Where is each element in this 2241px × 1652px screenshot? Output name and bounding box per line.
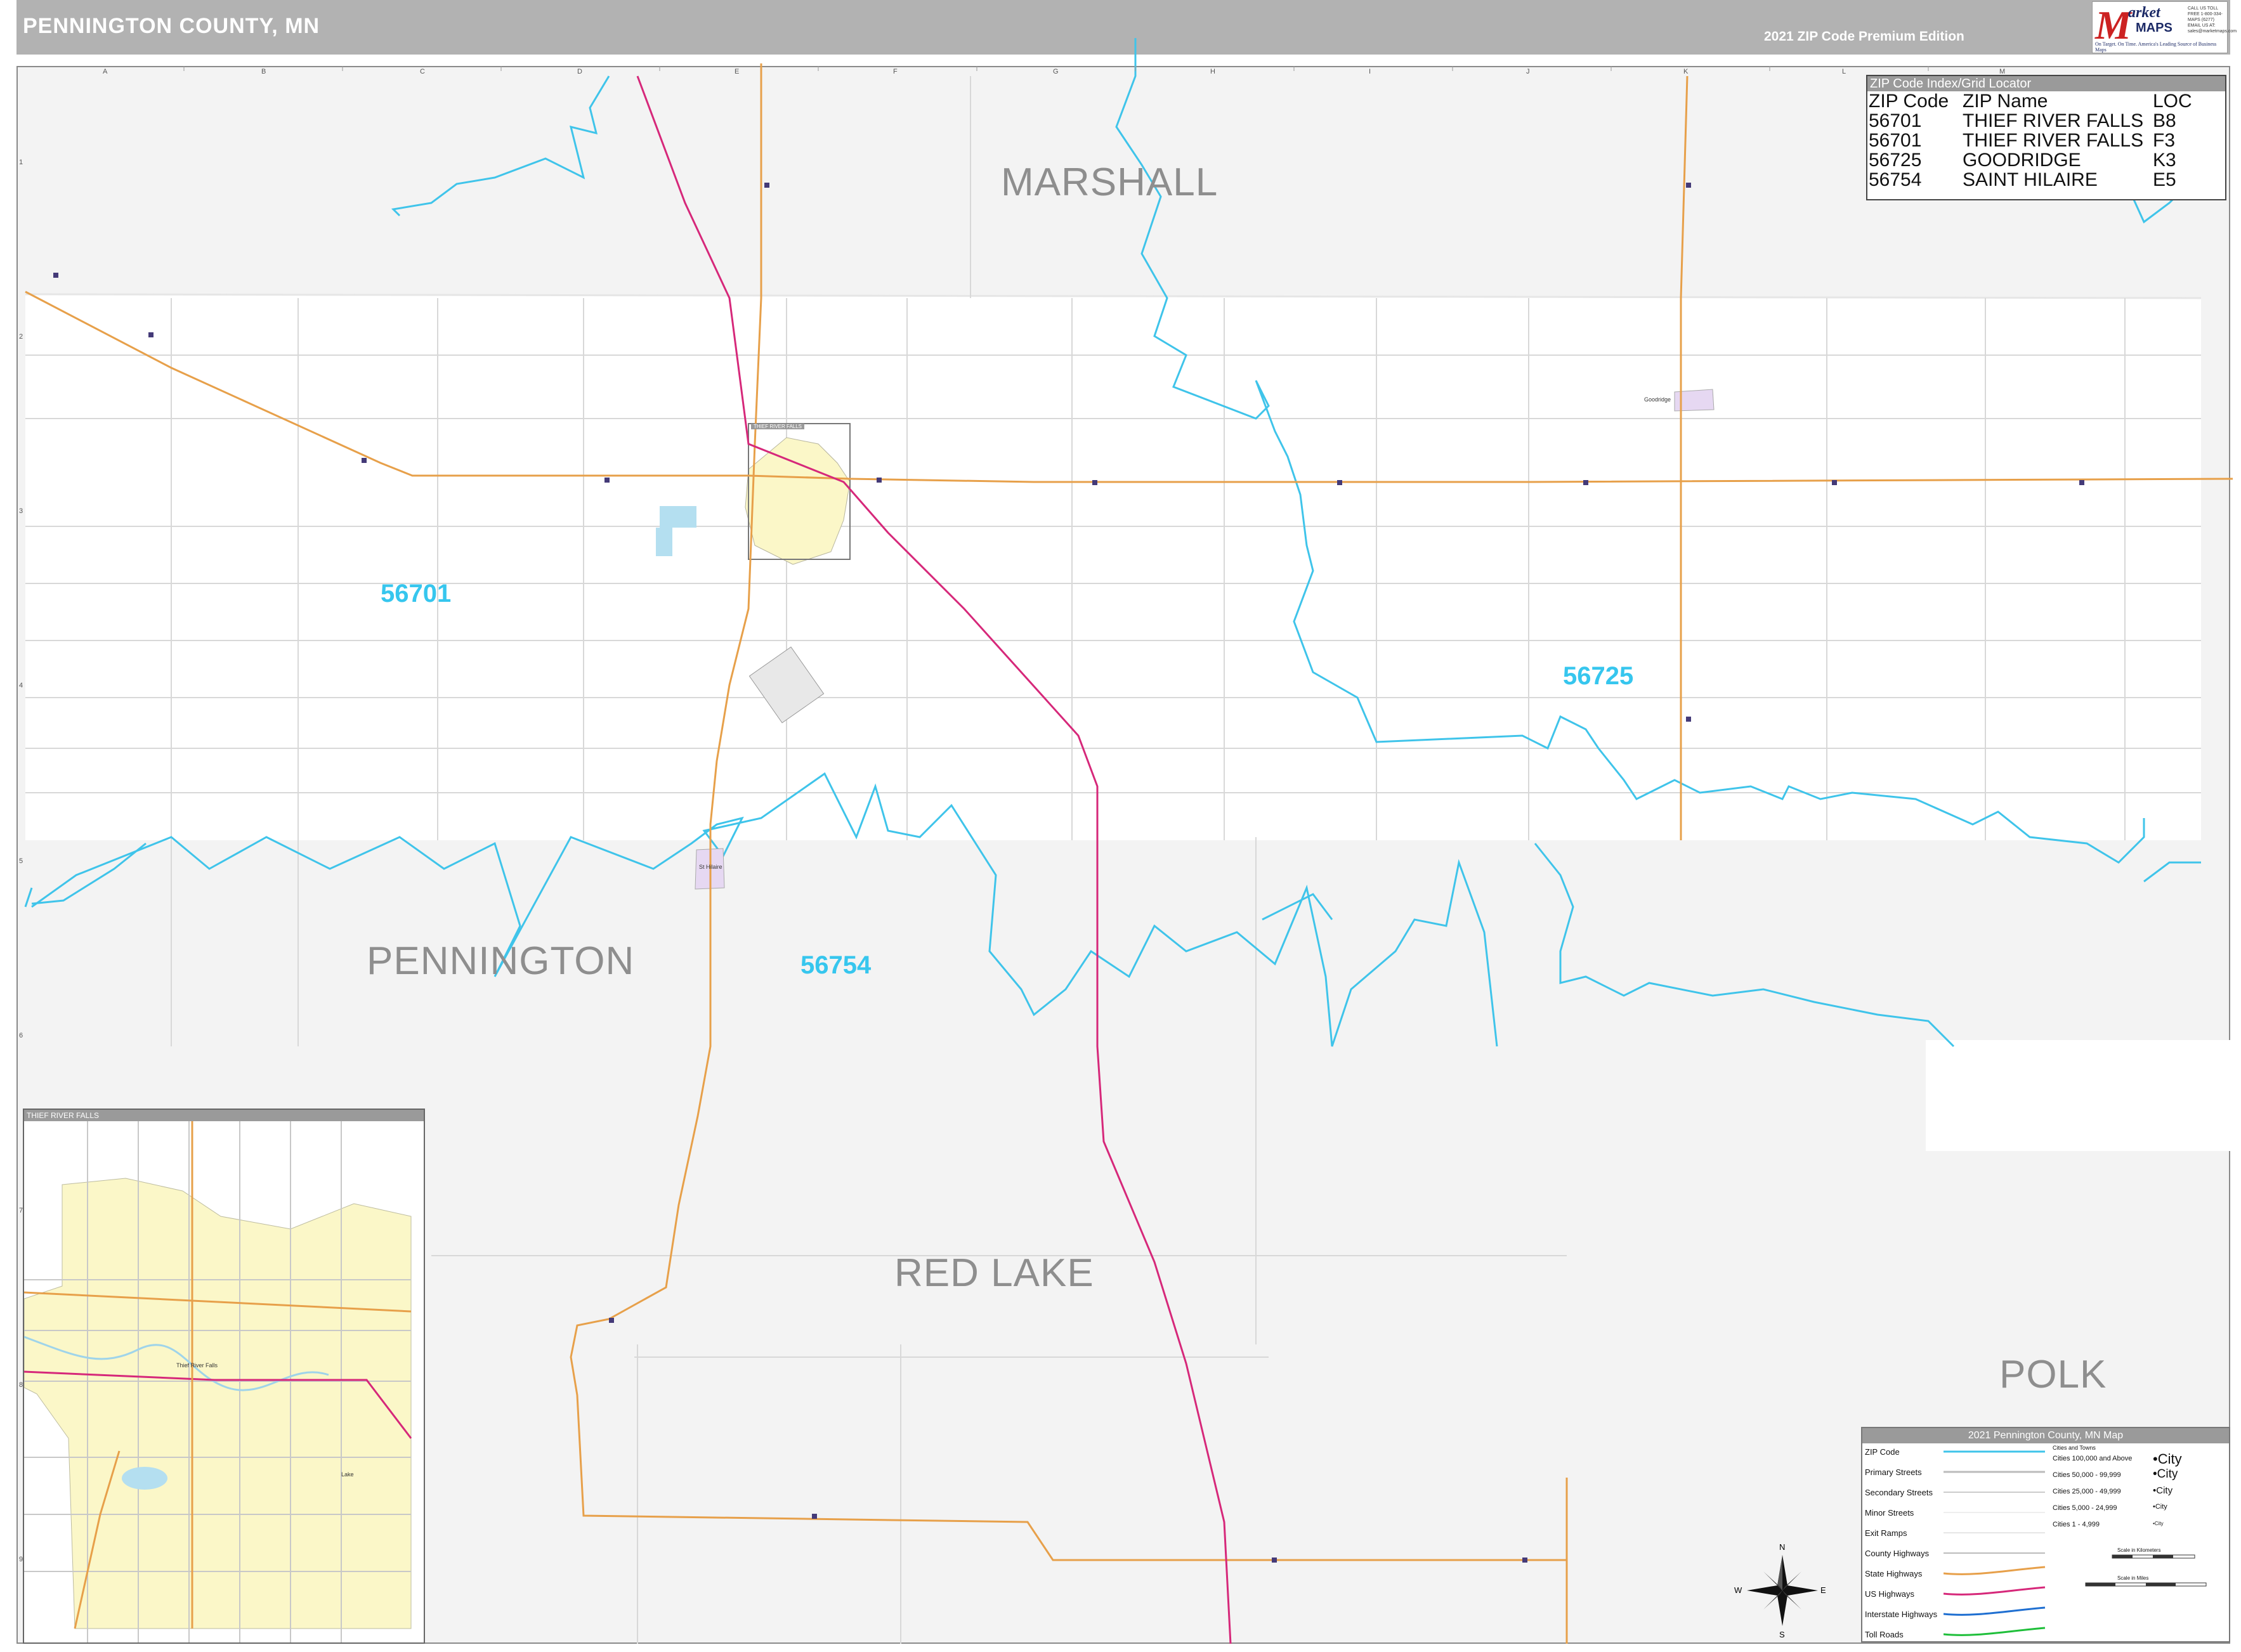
grid-col-a: A [103, 68, 108, 75]
compass-e: E [1820, 1585, 1826, 1595]
lake-1 [660, 506, 696, 528]
table-row[interactable]: 56725 GOODRIDGE K3 [1867, 150, 2192, 170]
zip-cell: 56754 [1869, 169, 1922, 190]
legend-item-minor: Minor Streets [1865, 1508, 1914, 1518]
zip-index-header-row: ZIP Code ZIP Name LOC [1867, 91, 2192, 111]
compass-w: W [1734, 1585, 1742, 1595]
zip-cell: 56725 [1869, 150, 1922, 171]
zip-name-cell: SAINT HILAIRE [1963, 169, 2098, 190]
compass-rose: N S E W [1734, 1541, 1827, 1649]
compass-s: S [1779, 1630, 1785, 1639]
legend-city-sample-2: •City [2153, 1467, 2178, 1481]
legend-city-range-2: Cities 50,000 - 99,999 [2053, 1471, 2121, 1479]
legend-city-range-3: Cities 25,000 - 49,999 [2053, 1488, 2121, 1495]
grid-col-f: F [893, 68, 898, 75]
polk-county-area [1926, 1040, 2233, 1151]
lake-2 [656, 528, 672, 556]
grid-col-c: C [420, 68, 425, 75]
grid-row-6: 6 [19, 1032, 23, 1039]
loc-cell: E5 [2153, 169, 2176, 190]
zip-cell: 56701 [1869, 110, 1922, 131]
zip-name-cell: GOODRIDGE [1963, 150, 2081, 171]
legend-city-sample-5: •City [2153, 1521, 2164, 1526]
map-legend: 2021 Pennington County, MN Map ZIP Code … [1861, 1427, 2230, 1642]
inset-canvas [24, 1121, 412, 1642]
legend-city-range-4: Cities 5,000 - 24,999 [2053, 1504, 2117, 1512]
zip-index-col-zip: ZIP Code [1869, 91, 1949, 112]
zip-name-cell: THIEF RIVER FALLS [1963, 110, 2144, 131]
town-label-goodridge: Goodridge [1644, 396, 1671, 403]
grid-col-k: K [1683, 68, 1689, 75]
legend-city-range-5: Cities 1 - 4,999 [2053, 1521, 2100, 1528]
inset-title: THIEF RIVER FALLS [24, 1110, 424, 1121]
inset-city-area [24, 1178, 412, 1629]
compass-n: N [1779, 1542, 1786, 1552]
zip-index-grid: ZIP Code ZIP Name LOC 56701 THIEF RIVER … [1867, 91, 2192, 190]
legend-cities-header: Cities and Towns [2053, 1445, 2096, 1451]
county-label-marshall: MARSHALL [1001, 160, 1219, 204]
loc-cell: K3 [2153, 150, 2176, 171]
grid-col-l: L [1842, 68, 1846, 75]
legend-item-primary: Primary Streets [1865, 1467, 1922, 1477]
zip-cell: 56701 [1869, 130, 1922, 151]
grid-col-i: I [1369, 68, 1371, 75]
zip-index-col-loc: LOC [2153, 91, 2192, 112]
legend-item-us: US Highways [1865, 1589, 1915, 1599]
grid-row-3: 3 [19, 507, 23, 515]
grid-col-h: H [1210, 68, 1215, 75]
loc-cell: F3 [2153, 130, 2176, 151]
legend-scale-km: Scale in Kilometers [2117, 1547, 2161, 1553]
grid-col-b: B [261, 68, 266, 75]
county-label-red-lake: RED LAKE [894, 1251, 1094, 1295]
legend-item-county: County Highways [1865, 1549, 1930, 1558]
legend-city-range-1: Cities 100,000 and Above [2053, 1455, 2133, 1462]
table-row[interactable]: 56701 THIEF RIVER FALLS B8 [1867, 111, 2192, 131]
town-label-st-hilaire: St Hilaire [699, 864, 722, 870]
zip-name-cell: THIEF RIVER FALLS [1963, 130, 2144, 151]
legend-swatches [1944, 1450, 2046, 1636]
legend-scale-mi: Scale in Miles [2117, 1575, 2149, 1581]
zip-index-col-name: ZIP Name [1963, 91, 2048, 112]
legend-city-sample-1: •City [2153, 1451, 2182, 1467]
legend-item-exit: Exit Ramps [1865, 1528, 1907, 1538]
inset-street-label: Thief River Falls [176, 1362, 218, 1369]
loc-cell: B8 [2153, 110, 2176, 131]
legend-city-sample-4: •City [2153, 1503, 2167, 1511]
grid-row-1: 1 [19, 159, 23, 166]
grid-col-j: J [1526, 68, 1530, 75]
grid-col-d: D [577, 68, 582, 75]
inset-lake [122, 1467, 167, 1490]
table-row[interactable]: 56754 SAINT HILAIRE E5 [1867, 170, 2192, 190]
zip-label-56701: 56701 [381, 580, 452, 608]
grid-col-g: G [1053, 68, 1059, 75]
zip-label-56725: 56725 [1563, 662, 1634, 690]
grid-col-e: E [735, 68, 740, 75]
legend-item-state: State Highways [1865, 1569, 1923, 1578]
legend-scale-km-bar [2112, 1554, 2195, 1559]
county-label-pennington: PENNINGTON [367, 939, 635, 983]
inset-map-thief-river-falls[interactable]: THIEF RIVER FALLS Thief River Falls Lake [23, 1109, 425, 1644]
grid-row-2: 2 [19, 333, 23, 341]
legend-item-toll: Toll Roads [1865, 1630, 1904, 1639]
zip-index-table: ZIP Code Index/Grid Locator ZIP Code ZIP… [1866, 75, 2226, 200]
grid-row-4: 4 [19, 682, 23, 689]
inset-lake-label: Lake [341, 1471, 354, 1478]
inset-locator-label: THIEF RIVER FALLS [751, 424, 805, 429]
legend-item-secondary: Secondary Streets [1865, 1488, 1933, 1497]
legend-item-interstate: Interstate Highways [1865, 1610, 1938, 1619]
grid-row-5: 5 [19, 857, 23, 865]
zip-label-56754: 56754 [800, 951, 872, 979]
pennington-county-area [25, 294, 2201, 840]
legend-scale-mi-bar [2085, 1582, 2207, 1587]
legend-city-sample-3: •City [2153, 1485, 2173, 1496]
zip-index-header: ZIP Code Index/Grid Locator [1867, 76, 2225, 91]
county-label-polk: POLK [1999, 1353, 2107, 1396]
legend-title: 2021 Pennington County, MN Map [1862, 1428, 2229, 1443]
legend-item-zip: ZIP Code [1865, 1447, 1900, 1457]
table-row[interactable]: 56701 THIEF RIVER FALLS F3 [1867, 131, 2192, 150]
